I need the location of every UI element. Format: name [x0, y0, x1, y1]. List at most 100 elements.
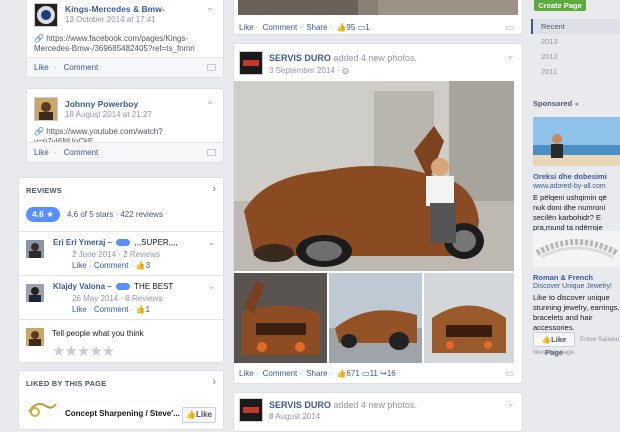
like-link[interactable]: Like — [239, 369, 254, 378]
post-author[interactable]: Johnny Powerboy — [65, 99, 138, 109]
chevron-down-icon[interactable]: ⌄ — [206, 97, 215, 106]
post-photo[interactable] — [238, 0, 518, 15]
rating-badge: 4.6 ★ — [26, 207, 60, 222]
feed-post-card: SERVIS DURO added 4 new photos. 3 Septem… — [233, 43, 523, 384]
feed-post-card: Like · Comment · Share · 👍95 ▭1 ▭ — [233, 0, 523, 35]
comment-link[interactable]: Comment — [263, 369, 298, 378]
star-rating-badge — [115, 283, 130, 291]
reviews-header[interactable]: REVIEWS — [26, 186, 62, 195]
like-count[interactable]: 671 — [346, 369, 359, 378]
like-count[interactable]: 3 — [146, 261, 150, 270]
post-headline: SERVIS DURO added 4 new photos. — [269, 53, 417, 63]
liked-by-header[interactable]: LIKED BY THIS PAGE — [26, 379, 106, 388]
rating-summary: 4.6 of 5 stars · 422 reviews — [67, 210, 164, 219]
review-item: Klajdy Valona – THE BEST 26 May 2014 · 8… — [19, 275, 225, 322]
chevron-down-icon[interactable]: ⌄ — [507, 399, 516, 408]
comment-count[interactable]: 11 — [370, 369, 378, 378]
like-link[interactable]: Like — [34, 148, 49, 157]
page-avatar[interactable] — [239, 398, 263, 422]
ad-title[interactable]: Oreksi dhe dobesimi — [533, 172, 607, 181]
comment-count[interactable]: 1 — [365, 23, 369, 32]
chevron-down-icon[interactable]: ⌄ — [206, 3, 215, 12]
post-thumbnail[interactable] — [234, 273, 327, 363]
comment-link[interactable]: Comment — [64, 63, 99, 72]
chevron-right-icon[interactable]: › — [212, 183, 216, 195]
thumbs-up-icon[interactable]: 👍 — [336, 369, 346, 378]
like-link[interactable]: Like — [72, 261, 87, 270]
user-avatar[interactable] — [34, 97, 58, 121]
ad-image[interactable] — [533, 117, 620, 166]
post-date[interactable]: 8 August 2014 — [269, 412, 320, 421]
year-2013[interactable]: 2013 — [531, 34, 620, 49]
reviews-box: REVIEWS › 4.6 ★ 4.6 of 5 stars · 422 rev… — [18, 177, 225, 363]
post-verb: added 4 new photos. — [333, 400, 417, 410]
share-count[interactable]: 16 — [387, 369, 396, 378]
like-page-button[interactable]: 👍Like Page — [533, 332, 575, 357]
comment-icon[interactable]: ▭ — [358, 23, 366, 32]
review-author[interactable]: Klajdy Valona – — [53, 282, 112, 291]
review-item: Eri Eri Ymeraj – ,,,SUPER,,,, 2 June 201… — [19, 231, 225, 278]
ad-title[interactable]: Roman & French — [533, 273, 593, 282]
like-link[interactable]: Like — [34, 63, 49, 72]
link-icon: 🔗 — [34, 127, 47, 136]
review-prompt: Tell people what you think — [52, 329, 144, 338]
post-date[interactable]: 18 August 2014 at 21:27 — [65, 110, 152, 119]
thumbs-up-icon[interactable]: 👍 — [336, 23, 346, 32]
like-count[interactable]: 1 — [146, 305, 150, 314]
post-thumbnail[interactable] — [424, 273, 514, 363]
avatar[interactable] — [26, 240, 44, 258]
post-date[interactable]: 3 September 2014 — [269, 66, 335, 75]
review-author[interactable]: Eri Eri Ymeraj – — [53, 238, 112, 247]
thumbs-up-icon[interactable]: 👍 — [136, 261, 146, 270]
comment-link[interactable]: Comment — [263, 23, 298, 32]
ad-info-icon[interactable]: ◂ — [574, 99, 578, 108]
comment-bubble-icon[interactable] — [207, 149, 216, 156]
chevron-right-icon[interactable]: › — [212, 376, 216, 388]
thumbs-up-icon[interactable]: 👍 — [136, 305, 146, 314]
share-link[interactable]: Share — [306, 23, 327, 32]
comment-bubble-icon[interactable] — [207, 64, 216, 71]
ad-liker-note: likes this page. — [533, 349, 576, 356]
like-link[interactable]: Like — [72, 305, 87, 314]
post-author[interactable]: SERVIS DURO — [269, 400, 331, 410]
page-logo[interactable] — [26, 398, 58, 420]
share-link[interactable]: Share — [306, 369, 327, 378]
post-date[interactable]: 13 October 2014 at 17:41 — [65, 15, 156, 24]
sponsored-header: Sponsored ◂ — [533, 99, 579, 108]
post-author[interactable]: SERVIS DURO — [269, 53, 331, 63]
like-link[interactable]: Like — [239, 23, 254, 32]
chevron-down-icon[interactable]: ⌄ — [208, 282, 217, 291]
comment-link[interactable]: Comment — [64, 148, 99, 157]
year-2011[interactable]: 2011 — [531, 64, 620, 79]
star-rating-input[interactable]: ★★★★★ — [52, 342, 115, 360]
comment-bubble-icon[interactable]: ▭ — [505, 22, 514, 33]
year-recent[interactable]: Recent — [531, 19, 620, 34]
ad-image[interactable] — [533, 231, 620, 267]
post-thumbnail[interactable] — [329, 273, 422, 363]
page-avatar[interactable] — [34, 3, 58, 27]
ad-liker[interactable]: Enise Saliaku — [580, 336, 619, 343]
liked-page-name[interactable]: Concept Sharpening / Steve'... — [65, 409, 180, 418]
shared-link[interactable]: 🔗 https://www.facebook.com/pages/Kings-M… — [34, 34, 218, 54]
main-post-photo[interactable] — [234, 81, 514, 271]
liked-by-box: LIKED BY THIS PAGE › Concept Sharpening … — [18, 370, 224, 430]
post-author[interactable]: Kings-Mercedes & Bmw- — [65, 4, 165, 14]
ad-url[interactable]: www.adored-by-all.com — [533, 183, 606, 190]
page-avatar[interactable] — [239, 51, 263, 75]
like-page-button[interactable]: 👍Like — [182, 407, 216, 423]
comment-link[interactable]: Comment — [94, 305, 129, 314]
year-2012[interactable]: 2012 — [531, 49, 620, 64]
create-page-button[interactable]: Create Page — [534, 0, 586, 11]
share-icon[interactable]: ↪ — [380, 369, 387, 378]
comment-icon[interactable]: ▭ — [362, 369, 370, 378]
like-count[interactable]: 95 — [346, 23, 355, 32]
chevron-down-icon[interactable]: ⌄ — [507, 51, 516, 60]
post-actions: Like · Comment · Share · 👍95 ▭1 — [239, 23, 370, 32]
comment-link[interactable]: Comment — [94, 261, 129, 270]
timeline-year-nav: Recent 2013 2012 2011 — [531, 19, 620, 79]
avatar[interactable] — [26, 284, 44, 302]
comment-bubble-icon[interactable]: ▭ — [505, 368, 514, 379]
review-actions: Like · Comment · 👍1 — [72, 305, 151, 314]
ad-subtitle[interactable]: Discover Unique Jewelry! — [533, 283, 612, 290]
chevron-down-icon[interactable]: ⌄ — [208, 238, 217, 247]
